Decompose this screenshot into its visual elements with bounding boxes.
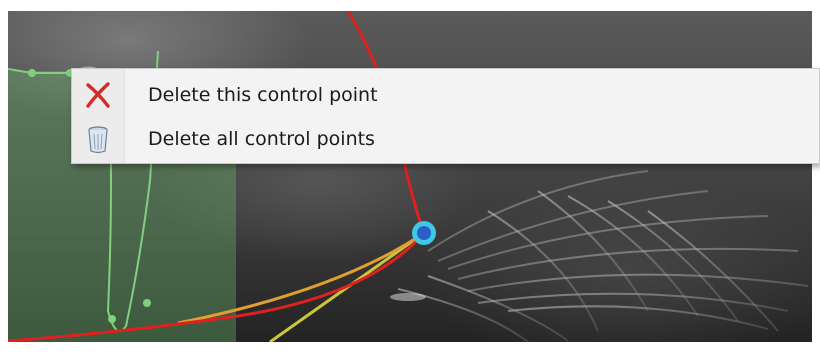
menu-item-delete-all-control-points[interactable]: Delete all control points xyxy=(72,117,819,161)
trash-bin-icon xyxy=(72,117,124,161)
menu-item-label: Delete all control points xyxy=(148,128,375,150)
specular-highlight xyxy=(390,293,426,301)
context-menu: Delete this control point Delete all con… xyxy=(71,68,820,164)
menu-item-delete-this-control-point[interactable]: Delete this control point xyxy=(72,73,819,117)
eyelash-texture xyxy=(397,170,809,342)
menu-item-label: Delete this control point xyxy=(148,84,378,106)
red-x-delete-icon xyxy=(72,73,124,117)
image-viewport[interactable] xyxy=(8,11,812,342)
selected-control-point[interactable] xyxy=(412,221,436,245)
annotation-overlay[interactable] xyxy=(8,11,812,342)
